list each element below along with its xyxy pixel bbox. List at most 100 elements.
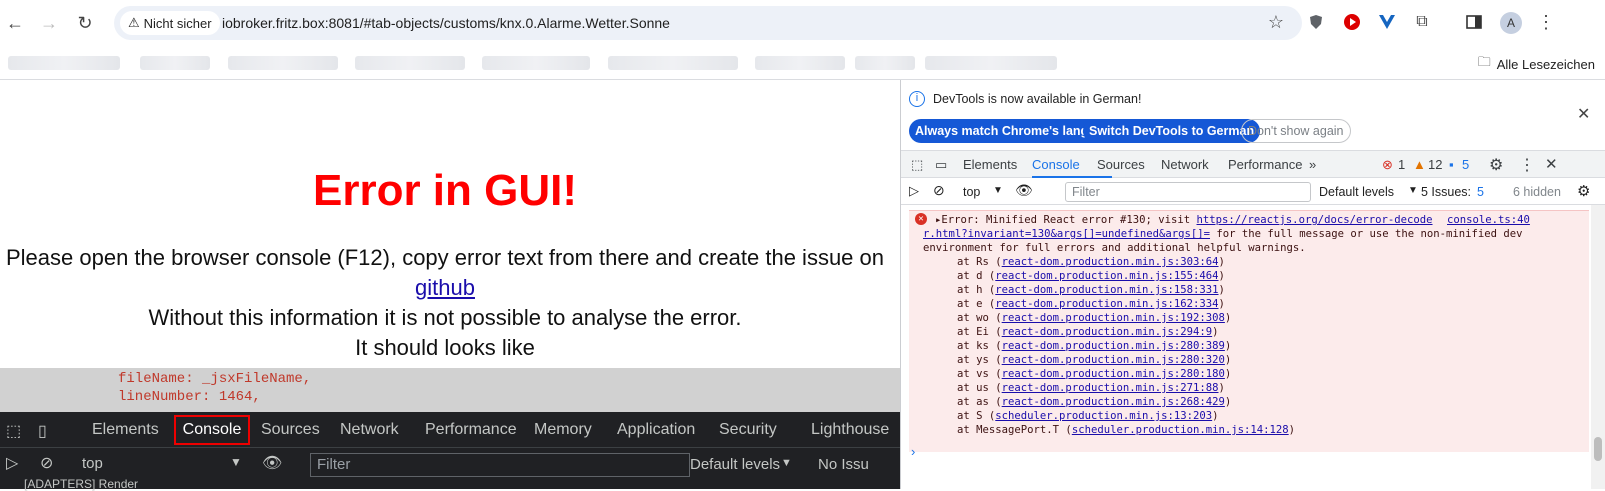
tab-sources[interactable]: Sources [1097, 157, 1145, 172]
reload-icon[interactable]: ↻ [72, 10, 98, 36]
forward-arrow-icon[interactable]: → [36, 10, 62, 36]
stack-frame-link[interactable]: react-dom.production.min.js:271:88 [1002, 382, 1219, 394]
bookmark-blurred[interactable] [925, 56, 1057, 70]
stack-frame-function: at S ( [957, 410, 996, 422]
error-decode-link[interactable]: https://reactjs.org/docs/error-decode [1197, 214, 1433, 226]
context-selector[interactable]: top [963, 185, 980, 199]
url-text[interactable]: iobroker.fritz.box:8081/#tab-objects/cus… [222, 15, 670, 31]
tab-application[interactable]: Application [617, 421, 695, 439]
inspect-icon[interactable]: ⬚ [6, 421, 21, 441]
bookmark-blurred[interactable] [855, 56, 915, 70]
bookmark-star-icon[interactable]: ☆ [1268, 12, 1284, 33]
eye-icon[interactable]: 👁 [262, 453, 282, 473]
stack-frame-paren: ) [1218, 298, 1225, 310]
clear-console-icon[interactable]: ⊘ [933, 182, 945, 199]
settings-gear-icon[interactable]: ⚙ [1489, 155, 1503, 175]
stack-frame-link[interactable]: scheduler.production.min.js:13:203 [995, 410, 1212, 422]
switch-german-button[interactable]: Switch DevTools to German [1083, 119, 1261, 143]
bookmark-blurred[interactable] [482, 56, 590, 70]
tab-lighthouse[interactable]: Lighthouse [811, 421, 889, 439]
more-tabs-icon[interactable]: » [1309, 157, 1316, 172]
youtube-extension-icon[interactable] [1342, 12, 1362, 32]
tab-memory[interactable]: Memory [534, 421, 592, 439]
bookmark-blurred[interactable] [228, 56, 338, 70]
stack-frame-link[interactable]: react-dom.production.min.js:155:464 [995, 270, 1218, 282]
console-scrollbar[interactable] [1591, 205, 1605, 489]
dont-show-again-button[interactable]: Don't show again [1241, 119, 1351, 143]
bookmark-blurred[interactable] [8, 56, 120, 70]
stack-frame-link[interactable]: scheduler.production.min.js:14:128 [1072, 424, 1289, 436]
error-count-icon[interactable]: ⊗ [1382, 157, 1393, 173]
source-location-link[interactable]: console.ts:40 [1447, 213, 1530, 227]
issues-indicator[interactable]: No Issu [818, 456, 869, 473]
error-args-link[interactable]: r.html?invariant=130&args[]=undefined&ar… [923, 228, 1210, 240]
embedded-filter-input[interactable]: Filter [310, 453, 690, 477]
stack-frame-paren: ) [1218, 270, 1225, 282]
stack-frame: at Ei (react-dom.production.min.js:294:9… [957, 325, 1219, 339]
bookmark-blurred[interactable] [755, 56, 845, 70]
sidebar-toggle-icon[interactable]: ▷ [6, 453, 18, 473]
all-bookmarks[interactable]: 🗀 Alle Lesezeichen [1478, 53, 1595, 75]
tab-sources[interactable]: Sources [261, 421, 320, 439]
infobar-text: DevTools is now available in German! [933, 92, 1142, 106]
shield-extension-icon[interactable] [1306, 12, 1326, 32]
console-filter-input[interactable]: Filter [1065, 182, 1311, 202]
stack-frame-link[interactable]: react-dom.production.min.js:268:429 [1002, 396, 1225, 408]
browser-menu-icon[interactable]: ⋮ [1536, 12, 1556, 32]
stack-frame-link[interactable]: react-dom.production.min.js:192:308 [1002, 312, 1225, 324]
error-message-line3: It should looks like [355, 335, 535, 360]
issues-count[interactable]: 5 [1477, 185, 1484, 199]
tab-security[interactable]: Security [719, 421, 777, 439]
tab-console[interactable]: Console [174, 415, 250, 445]
back-arrow-icon[interactable]: ← [2, 10, 28, 36]
close-infobar-icon[interactable]: ✕ [1577, 104, 1590, 124]
tab-elements[interactable]: Elements [92, 421, 159, 439]
levels-dropdown[interactable]: Default levels [1319, 185, 1394, 199]
profile-avatar[interactable]: A [1500, 12, 1522, 34]
tab-performance[interactable]: Performance [425, 421, 517, 439]
context-selector[interactable]: top [82, 455, 103, 472]
inspect-element-icon[interactable]: ⬚ [911, 157, 923, 173]
tab-console[interactable]: Console [1032, 157, 1080, 172]
bookmark-blurred[interactable] [355, 56, 465, 70]
bookmark-blurred[interactable] [140, 56, 210, 70]
error-line1[interactable]: ▸Error: Minified React error #130; visit… [935, 213, 1433, 227]
clear-console-icon[interactable]: ⊘ [40, 453, 53, 473]
stack-frame-link[interactable]: react-dom.production.min.js:280:320 [1002, 354, 1225, 366]
stack-frame-link[interactable]: react-dom.production.min.js:280:180 [1002, 368, 1225, 380]
tab-network[interactable]: Network [1161, 157, 1209, 172]
stack-frame-paren: ) [1224, 354, 1232, 366]
eye-icon[interactable]: 👁 [1015, 182, 1033, 199]
issues-label[interactable]: 5 Issues: [1421, 185, 1471, 199]
bookmark-blurred[interactable] [608, 56, 738, 70]
sidebar-toggle-icon[interactable]: ▷ [909, 183, 919, 199]
not-secure-chip[interactable]: ⚠ Nicht sicher [120, 11, 220, 35]
close-devtools-icon[interactable]: ✕ [1545, 155, 1558, 173]
console-settings-gear-icon[interactable]: ⚙ [1577, 182, 1590, 200]
stack-frame-link[interactable]: react-dom.production.min.js:303:64 [1002, 256, 1219, 268]
stack-frame-link[interactable]: react-dom.production.min.js:158:331 [995, 284, 1218, 296]
vue-extension-icon[interactable] [1377, 12, 1397, 32]
scrollbar-thumb[interactable] [1594, 437, 1602, 461]
warning-count-icon[interactable]: ▲ [1413, 157, 1426, 172]
console-prompt-icon[interactable]: › [911, 444, 915, 459]
side-panel-icon[interactable] [1464, 12, 1484, 32]
devtools-menu-icon[interactable]: ⋮ [1519, 155, 1535, 175]
address-bar[interactable]: ⚠ Nicht sicher iobroker.fritz.box:8081/#… [114, 6, 1302, 40]
tab-elements[interactable]: Elements [963, 157, 1017, 172]
device-toolbar-icon[interactable]: ▭ [935, 157, 947, 173]
extensions-puzzle-icon[interactable]: ⧉ [1412, 12, 1432, 32]
tab-performance[interactable]: Performance [1228, 157, 1302, 172]
stack-frame-paren: ) [1288, 424, 1296, 436]
chevron-down-icon: ▼ [230, 455, 242, 469]
error-prefix: Error: Minified React error #130; visit [941, 214, 1197, 226]
tab-network[interactable]: Network [340, 421, 399, 439]
code-line: fileName: _jsxFileName, [118, 371, 312, 387]
github-link[interactable]: github [415, 275, 475, 300]
device-toggle-icon[interactable]: ▯ [38, 421, 47, 441]
stack-frame-link[interactable]: react-dom.production.min.js:294:9 [1002, 326, 1212, 338]
stack-frame-link[interactable]: react-dom.production.min.js:280:389 [1002, 340, 1225, 352]
info-count-icon[interactable]: ▪ [1449, 157, 1454, 172]
stack-frame-link[interactable]: react-dom.production.min.js:162:334 [995, 298, 1218, 310]
levels-dropdown[interactable]: Default levels [690, 456, 780, 473]
